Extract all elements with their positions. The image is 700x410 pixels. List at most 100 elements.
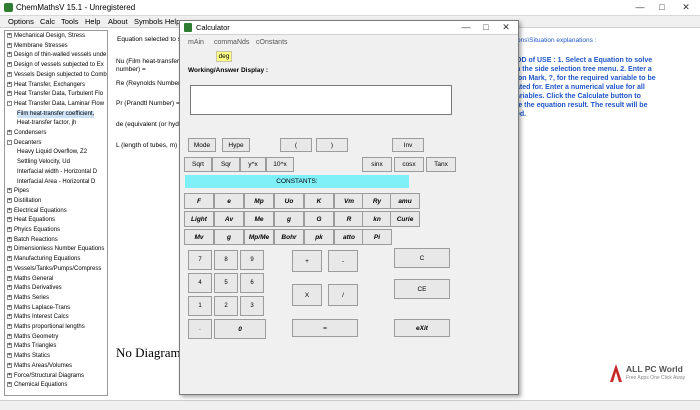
tree-item[interactable]: + Chemical Equations — [7, 382, 67, 389]
tree-item[interactable]: + Pipes — [7, 188, 29, 195]
tree-item[interactable]: + Maths proportional lengths — [7, 324, 85, 331]
sqrt-button[interactable]: Sqrt — [184, 157, 212, 172]
zero-button[interactable]: 0 — [214, 319, 266, 339]
decimal-button[interactable]: . — [188, 319, 212, 339]
const-button[interactable]: atto — [334, 229, 364, 245]
tree-item[interactable]: - Heat Transfer Data, Laminar Flow — [7, 100, 104, 108]
menu-tools[interactable]: Tools — [61, 17, 79, 26]
const-button[interactable]: kn — [362, 211, 392, 227]
tree-item[interactable]: + Design of vessels subjected to Ex — [7, 62, 104, 69]
expand-icon[interactable]: + — [7, 207, 12, 213]
expand-icon[interactable]: + — [7, 91, 12, 97]
tree-item[interactable]: + Manufacturing Equations — [7, 256, 80, 263]
const-button[interactable]: pk — [304, 229, 334, 245]
expand-icon[interactable]: + — [7, 246, 12, 252]
menu-calc[interactable]: Calc — [40, 17, 55, 26]
calc-tab-main[interactable]: mAin — [188, 39, 204, 46]
calc-tab-constants[interactable]: cOnstants — [256, 39, 288, 46]
expand-icon[interactable]: + — [7, 324, 12, 329]
tree-item[interactable]: Heavy Liquid Overflow, Z2 — [17, 149, 87, 156]
const-button[interactable]: F — [184, 193, 214, 209]
expand-icon[interactable]: + — [7, 265, 12, 271]
expand-icon[interactable]: + — [7, 285, 12, 291]
tree-item[interactable]: Interfacial Area - Horizontal D — [17, 179, 95, 186]
equation-tree[interactable]: + Mechanical Design, Stress + Membrane Stre… — [4, 30, 108, 396]
close-button[interactable]: ✕ — [676, 1, 696, 13]
digit-button[interactable]: 4 — [188, 273, 212, 293]
expand-icon[interactable]: + — [7, 42, 12, 48]
tree-item[interactable]: + Maths Areas/Volumes — [7, 362, 72, 370]
tree-item[interactable]: + Heat Transfer Data, Turbulent Flo — [7, 91, 103, 98]
tree-item[interactable]: + Batch Reactions — [7, 236, 58, 244]
plus-button[interactable]: + — [292, 250, 322, 272]
tree-item[interactable]: + Maths Triangles — [7, 343, 56, 350]
expand-icon[interactable]: + — [7, 217, 12, 223]
tree-item[interactable]: + Electrical Equations — [7, 207, 67, 215]
menu-help[interactable]: Help — [85, 17, 100, 26]
clear-button[interactable]: C — [394, 248, 450, 268]
const-button[interactable]: amu — [390, 193, 420, 209]
const-button[interactable]: Curie — [390, 211, 420, 227]
tree-item[interactable]: + Maths Statics — [7, 353, 50, 360]
digit-button[interactable]: 2 — [214, 296, 238, 316]
power-button[interactable]: y^x — [240, 157, 266, 172]
expand-icon[interactable]: + — [7, 52, 12, 58]
tree-item[interactable]: + Heat Equations — [7, 217, 55, 224]
tree-item[interactable]: Heat-transfer factor, jh — [17, 120, 76, 127]
collapse-icon[interactable]: - — [7, 100, 12, 106]
digit-button[interactable]: 7 — [188, 250, 212, 270]
close-paren-button[interactable]: ) — [316, 138, 348, 152]
menu-symbols-help[interactable]: Symbols Help — [134, 17, 180, 26]
tree-item[interactable]: + Design of thin-walled vessels unde — [7, 52, 106, 59]
expand-icon[interactable]: + — [7, 197, 12, 203]
const-button[interactable]: e — [214, 193, 244, 209]
const-button[interactable]: R — [334, 211, 364, 227]
expand-icon[interactable]: + — [7, 33, 12, 38]
tree-item[interactable]: + Heat Transfer, Exchangers — [7, 81, 85, 89]
const-button[interactable]: g — [274, 211, 304, 227]
expand-icon[interactable]: + — [7, 130, 12, 135]
expand-icon[interactable]: + — [7, 256, 12, 262]
calc-maximize-button[interactable]: □ — [476, 21, 496, 33]
tree-item[interactable]: + Vessels Design subjected to Comb — [7, 71, 107, 79]
tree-item[interactable]: + Force/Structural Diagrams — [7, 372, 84, 380]
tree-item[interactable]: + Condensers — [7, 130, 46, 137]
menu-about[interactable]: About — [108, 17, 128, 26]
const-button[interactable]: K — [304, 193, 334, 209]
calc-close-button[interactable]: ✕ — [496, 21, 516, 33]
const-button[interactable]: Pi — [362, 229, 392, 245]
expand-icon[interactable]: + — [7, 227, 12, 232]
expand-icon[interactable]: + — [7, 362, 12, 368]
digit-button[interactable]: 9 — [240, 250, 264, 270]
expand-icon[interactable]: + — [7, 382, 12, 388]
const-button[interactable]: Vm — [334, 193, 364, 209]
digit-button[interactable]: 3 — [240, 296, 264, 316]
const-button[interactable]: g — [214, 229, 244, 245]
tree-item[interactable]: + Maths Derivatives — [7, 285, 62, 292]
expand-icon[interactable]: + — [7, 343, 12, 349]
expand-icon[interactable]: + — [7, 333, 12, 339]
cos-button[interactable]: cosx — [394, 157, 424, 172]
tree-item[interactable]: + Maths Interest Calcs — [7, 314, 69, 321]
const-button[interactable]: Mp — [244, 193, 274, 209]
tree-item[interactable]: + Mechanical Design, Stress — [7, 33, 85, 40]
expand-icon[interactable]: + — [7, 188, 12, 194]
tree-item[interactable]: Film heat-transfer coefficient, — [17, 110, 95, 118]
expand-icon[interactable]: + — [7, 294, 12, 300]
tree-item[interactable]: + Maths Series — [7, 294, 49, 302]
const-button[interactable]: Mv — [184, 229, 214, 245]
tree-item[interactable]: Interfacial width - Horizontal D — [17, 169, 97, 176]
equals-button[interactable]: = — [292, 319, 358, 337]
minimize-button[interactable]: — — [630, 1, 650, 13]
expand-icon[interactable]: + — [7, 236, 12, 242]
const-button[interactable]: Uo — [274, 193, 304, 209]
calc-minimize-button[interactable]: — — [456, 21, 476, 33]
inv-button[interactable]: Inv — [392, 138, 424, 152]
exit-button[interactable]: eXit — [394, 319, 450, 337]
tree-item[interactable]: + Maths Geometry — [7, 333, 58, 341]
expand-icon[interactable]: + — [7, 71, 12, 77]
answer-display[interactable] — [190, 85, 452, 115]
tree-item[interactable]: + Membrane Stresses — [7, 42, 68, 50]
tree-item[interactable]: - Decanters — [7, 139, 41, 147]
expand-icon[interactable]: + — [7, 304, 12, 310]
